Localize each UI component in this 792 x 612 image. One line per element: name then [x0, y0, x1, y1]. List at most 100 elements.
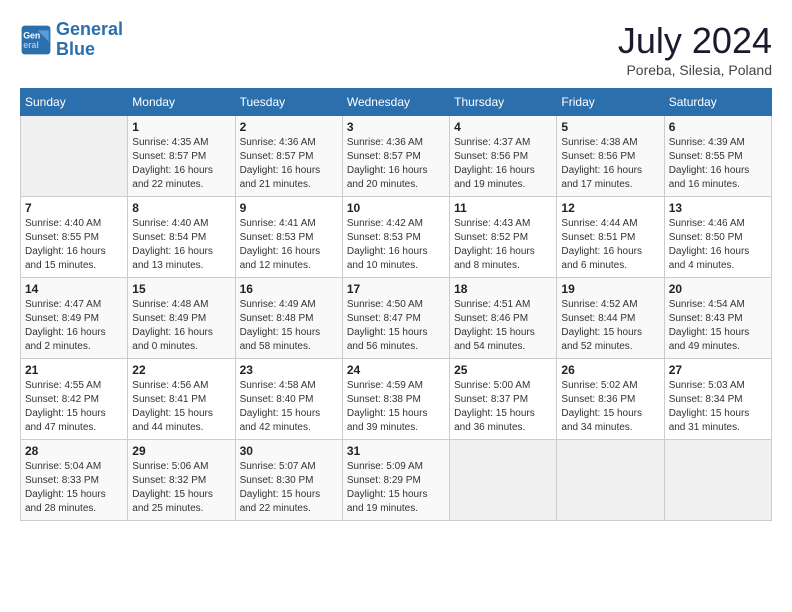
day-info: Sunrise: 4:48 AM Sunset: 8:49 PM Dayligh…	[132, 298, 230, 354]
day-number: 31	[347, 444, 445, 458]
day-info: Sunrise: 4:49 AM Sunset: 8:48 PM Dayligh…	[240, 298, 338, 354]
day-info: Sunrise: 5:00 AM Sunset: 8:37 PM Dayligh…	[454, 379, 552, 435]
day-number: 4	[454, 120, 552, 134]
day-number: 15	[132, 282, 230, 296]
day-cell: 24Sunrise: 4:59 AM Sunset: 8:38 PM Dayli…	[342, 359, 449, 440]
day-cell	[557, 440, 664, 521]
week-row-1: 1 Sunrise: 4:35 AM Sunset: 8:57 PM Daylig…	[21, 116, 772, 197]
day-cell: 1 Sunrise: 4:35 AM Sunset: 8:57 PM Daylig…	[128, 116, 235, 197]
day-number: 6	[669, 120, 767, 134]
day-info: Sunrise: 4:40 AM Sunset: 8:55 PM Dayligh…	[25, 217, 123, 273]
day-number: 21	[25, 363, 123, 377]
day-info: Sunrise: 4:50 AM Sunset: 8:47 PM Dayligh…	[347, 298, 445, 354]
day-info: Sunrise: 4:58 AM Sunset: 8:40 PM Dayligh…	[240, 379, 338, 435]
day-cell: 13 Sunrise: 4:46 AM Sunset: 8:50 PM Dayli…	[664, 197, 771, 278]
day-info: Sunrise: 5:02 AM Sunset: 8:36 PM Dayligh…	[561, 379, 659, 435]
day-number: 11	[454, 201, 552, 215]
day-number: 26	[561, 363, 659, 377]
calendar-table: SundayMondayTuesdayWednesdayThursdayFrid…	[20, 88, 772, 521]
svg-text:Gen: Gen	[23, 30, 40, 40]
day-number: 24	[347, 363, 445, 377]
day-number: 30	[240, 444, 338, 458]
day-number: 28	[25, 444, 123, 458]
day-number: 17	[347, 282, 445, 296]
day-cell: 21 Sunrise: 4:55 AM Sunset: 8:42 PM Dayli…	[21, 359, 128, 440]
day-info: Sunrise: 5:04 AM Sunset: 8:33 PM Dayligh…	[25, 460, 123, 516]
col-header-friday: Friday	[557, 89, 664, 116]
day-cell: 10 Sunrise: 4:42 AM Sunset: 8:53 PM Dayli…	[342, 197, 449, 278]
day-info: Sunrise: 4:37 AM Sunset: 8:56 PM Dayligh…	[454, 136, 552, 192]
day-info: Sunrise: 4:39 AM Sunset: 8:55 PM Dayligh…	[669, 136, 767, 192]
day-cell: 8Sunrise: 4:40 AM Sunset: 8:54 PM Daylig…	[128, 197, 235, 278]
day-info: Sunrise: 4:46 AM Sunset: 8:50 PM Dayligh…	[669, 217, 767, 273]
day-info: Sunrise: 4:51 AM Sunset: 8:46 PM Dayligh…	[454, 298, 552, 354]
day-info: Sunrise: 4:44 AM Sunset: 8:51 PM Dayligh…	[561, 217, 659, 273]
day-cell: 25 Sunrise: 5:00 AM Sunset: 8:37 PM Dayli…	[450, 359, 557, 440]
logo-icon: Gen eral	[20, 24, 52, 56]
month-title: July 2024	[618, 20, 772, 62]
logo-line1: General	[56, 19, 123, 39]
day-info: Sunrise: 4:38 AM Sunset: 8:56 PM Dayligh…	[561, 136, 659, 192]
day-cell: 9Sunrise: 4:41 AM Sunset: 8:53 PM Daylig…	[235, 197, 342, 278]
day-info: Sunrise: 4:55 AM Sunset: 8:42 PM Dayligh…	[25, 379, 123, 435]
day-info: Sunrise: 4:56 AM Sunset: 8:41 PM Dayligh…	[132, 379, 230, 435]
day-cell	[450, 440, 557, 521]
day-info: Sunrise: 4:36 AM Sunset: 8:57 PM Dayligh…	[347, 136, 445, 192]
day-number: 1	[132, 120, 230, 134]
day-cell: 20 Sunrise: 4:54 AM Sunset: 8:43 PM Dayli…	[664, 278, 771, 359]
day-number: 3	[347, 120, 445, 134]
col-header-monday: Monday	[128, 89, 235, 116]
svg-text:eral: eral	[23, 40, 39, 50]
logo-line2: Blue	[56, 39, 95, 59]
day-cell: 19 Sunrise: 4:52 AM Sunset: 8:44 PM Dayli…	[557, 278, 664, 359]
day-number: 14	[25, 282, 123, 296]
day-number: 9	[240, 201, 338, 215]
col-header-saturday: Saturday	[664, 89, 771, 116]
day-number: 10	[347, 201, 445, 215]
day-cell: 5Sunrise: 4:38 AM Sunset: 8:56 PM Daylig…	[557, 116, 664, 197]
day-number: 25	[454, 363, 552, 377]
day-number: 23	[240, 363, 338, 377]
day-number: 20	[669, 282, 767, 296]
day-cell: 30Sunrise: 5:07 AM Sunset: 8:30 PM Dayli…	[235, 440, 342, 521]
col-header-tuesday: Tuesday	[235, 89, 342, 116]
week-row-4: 21 Sunrise: 4:55 AM Sunset: 8:42 PM Dayli…	[21, 359, 772, 440]
day-number: 16	[240, 282, 338, 296]
day-cell: 31 Sunrise: 5:09 AM Sunset: 8:29 PM Dayli…	[342, 440, 449, 521]
day-info: Sunrise: 4:35 AM Sunset: 8:57 PM Dayligh…	[132, 136, 230, 192]
day-cell: 12Sunrise: 4:44 AM Sunset: 8:51 PM Dayli…	[557, 197, 664, 278]
day-info: Sunrise: 5:09 AM Sunset: 8:29 PM Dayligh…	[347, 460, 445, 516]
day-cell: 26 Sunrise: 5:02 AM Sunset: 8:36 PM Dayli…	[557, 359, 664, 440]
day-number: 27	[669, 363, 767, 377]
day-cell: 3 Sunrise: 4:36 AM Sunset: 8:57 PM Daylig…	[342, 116, 449, 197]
location: Poreba, Silesia, Poland	[618, 62, 772, 78]
day-cell: 15 Sunrise: 4:48 AM Sunset: 8:49 PM Dayli…	[128, 278, 235, 359]
week-row-3: 14 Sunrise: 4:47 AM Sunset: 8:49 PM Dayli…	[21, 278, 772, 359]
day-cell: 22Sunrise: 4:56 AM Sunset: 8:41 PM Dayli…	[128, 359, 235, 440]
col-header-sunday: Sunday	[21, 89, 128, 116]
day-number: 7	[25, 201, 123, 215]
day-cell: 16 Sunrise: 4:49 AM Sunset: 8:48 PM Dayli…	[235, 278, 342, 359]
day-cell: 14 Sunrise: 4:47 AM Sunset: 8:49 PM Dayli…	[21, 278, 128, 359]
day-cell: 18 Sunrise: 4:51 AM Sunset: 8:46 PM Dayli…	[450, 278, 557, 359]
day-cell	[21, 116, 128, 197]
day-cell: 27Sunrise: 5:03 AM Sunset: 8:34 PM Dayli…	[664, 359, 771, 440]
day-number: 2	[240, 120, 338, 134]
day-number: 18	[454, 282, 552, 296]
day-info: Sunrise: 4:52 AM Sunset: 8:44 PM Dayligh…	[561, 298, 659, 354]
day-info: Sunrise: 4:36 AM Sunset: 8:57 PM Dayligh…	[240, 136, 338, 192]
day-number: 29	[132, 444, 230, 458]
day-cell: 7 Sunrise: 4:40 AM Sunset: 8:55 PM Daylig…	[21, 197, 128, 278]
day-number: 13	[669, 201, 767, 215]
week-row-2: 7 Sunrise: 4:40 AM Sunset: 8:55 PM Daylig…	[21, 197, 772, 278]
day-cell: 29Sunrise: 5:06 AM Sunset: 8:32 PM Dayli…	[128, 440, 235, 521]
day-number: 19	[561, 282, 659, 296]
week-row-5: 28 Sunrise: 5:04 AM Sunset: 8:33 PM Dayli…	[21, 440, 772, 521]
day-cell: 6 Sunrise: 4:39 AM Sunset: 8:55 PM Daylig…	[664, 116, 771, 197]
day-cell	[664, 440, 771, 521]
title-block: July 2024 Poreba, Silesia, Poland	[618, 20, 772, 78]
day-cell: 23 Sunrise: 4:58 AM Sunset: 8:40 PM Dayli…	[235, 359, 342, 440]
day-info: Sunrise: 4:54 AM Sunset: 8:43 PM Dayligh…	[669, 298, 767, 354]
day-info: Sunrise: 4:47 AM Sunset: 8:49 PM Dayligh…	[25, 298, 123, 354]
day-info: Sunrise: 4:42 AM Sunset: 8:53 PM Dayligh…	[347, 217, 445, 273]
